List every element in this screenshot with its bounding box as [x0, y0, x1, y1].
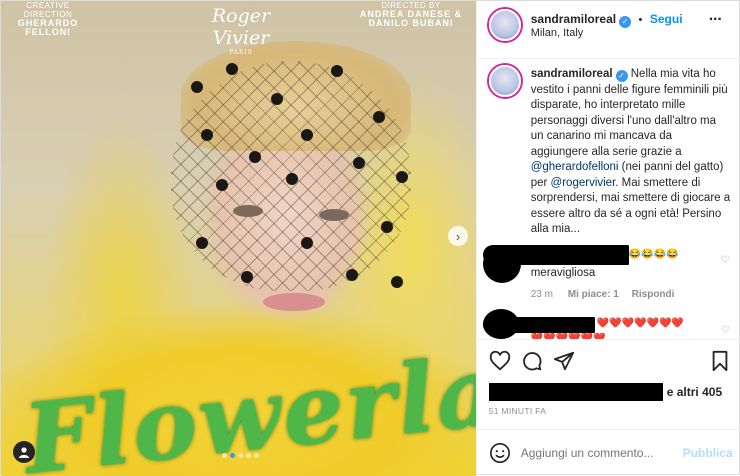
- veil-dot: [241, 271, 253, 283]
- verified-badge-icon: ✓: [619, 16, 632, 28]
- veil-dot: [216, 179, 228, 191]
- likes-e: e: [666, 385, 674, 399]
- veil-dot: [191, 81, 203, 93]
- photo-lips: [263, 293, 325, 311]
- brand-logo: Roger Vivier PARIS: [189, 5, 293, 56]
- veil-dot: [249, 151, 261, 163]
- heart-icon[interactable]: [489, 350, 511, 372]
- follow-button[interactable]: Segui: [650, 12, 683, 26]
- comment-likes[interactable]: Mi piace: 1: [568, 289, 619, 300]
- credit-label: CREATIVE DIRECTION: [23, 1, 73, 19]
- post-sidebar: sandramiloreal ✓ • Segui Milan, Italy ···…: [475, 1, 740, 476]
- credit-creative-direction: CREATIVE DIRECTION GHERARDO FELLONI: [13, 1, 83, 37]
- avatar[interactable]: [488, 9, 521, 41]
- post-header: sandramiloreal ✓ • Segui Milan, Italy ···: [476, 1, 740, 59]
- share-icon[interactable]: [553, 350, 575, 372]
- carousel-dot-active: [230, 453, 235, 458]
- credit-name: FELLONI: [25, 27, 71, 37]
- veil-dot: [391, 276, 403, 288]
- credit-name: DANILO BUBANI: [368, 18, 454, 28]
- carousel-dot: [246, 453, 251, 458]
- veil-dot: [301, 129, 313, 141]
- separator: •: [638, 14, 643, 26]
- action-bar: [476, 339, 740, 379]
- instagram-post: CREATIVE DIRECTION GHERARDO FELLONI Roge…: [0, 0, 740, 476]
- veil-dot: [201, 129, 213, 141]
- veil-dot: [381, 221, 393, 233]
- comment-text: meravigliosa: [530, 267, 596, 279]
- carousel-dot: [254, 453, 259, 458]
- comments-list: sandramiloreal ✓ Nella mia vita ho vestit…: [477, 59, 740, 339]
- header-username[interactable]: sandramiloreal: [531, 12, 616, 26]
- add-comment-bar: Pubblica: [476, 429, 740, 476]
- veil-dot: [353, 157, 365, 169]
- carousel-indicator: [222, 453, 259, 458]
- caption-username[interactable]: sandramiloreal: [531, 68, 613, 80]
- carousel-dot: [238, 453, 243, 458]
- location-link[interactable]: Milan, Italy: [531, 27, 584, 39]
- brand-city: PARIS: [229, 49, 253, 56]
- photo-eye-right: [319, 209, 349, 221]
- comment-emojis: 😂😂😂😂: [628, 249, 679, 260]
- bookmark-icon[interactable]: [709, 350, 731, 372]
- veil-dot: [301, 237, 313, 249]
- publish-button[interactable]: Pubblica: [683, 446, 733, 460]
- carousel-next-button[interactable]: ›: [448, 226, 468, 246]
- veil-dot: [331, 65, 343, 77]
- comment-emojis: ❤️❤️❤️❤️❤️❤️❤️: [596, 318, 684, 329]
- credit-directed-by: DIRECTED BY ANDREA DANESE & DANILO BUBAN…: [355, 1, 467, 28]
- mention-link[interactable]: @gherardofelloni: [531, 161, 619, 173]
- mention-link[interactable]: @rogervivier: [551, 177, 616, 189]
- likes-others: altri 405: [676, 385, 723, 399]
- more-options-button[interactable]: ···: [709, 11, 723, 29]
- veil-dot: [196, 237, 208, 249]
- comment-input[interactable]: [520, 446, 671, 460]
- comment-icon[interactable]: [521, 350, 543, 372]
- likes-count[interactable]: e altri 405: [667, 385, 722, 399]
- veil-dot: [396, 171, 408, 183]
- veil-dot: [373, 111, 385, 123]
- person-tag-icon: [19, 447, 29, 458]
- redacted-commenter-avatar: [482, 245, 521, 283]
- carousel-dot: [222, 453, 227, 458]
- post-time-ago: 51 MINUTI FA: [488, 406, 547, 416]
- caption-avatar[interactable]: [488, 65, 521, 97]
- emoji-icon[interactable]: [489, 442, 511, 464]
- header-user-line: sandramiloreal ✓ • Segui: [531, 10, 683, 28]
- veil-dot: [286, 173, 298, 185]
- veil-dot: [271, 93, 283, 105]
- veil-dot: [346, 269, 358, 281]
- verified-badge-icon: ✓: [615, 70, 628, 82]
- photo-eye-left: [233, 205, 263, 217]
- brand-name: Roger Vivier: [211, 5, 271, 49]
- chevron-right-icon: ›: [455, 228, 461, 244]
- caption-body-1: Nella mia vita ho vestito i panni delle …: [530, 68, 728, 158]
- tagged-people-button[interactable]: [13, 441, 35, 463]
- like-comment-heart-icon[interactable]: ♡: [721, 255, 730, 266]
- post-media[interactable]: CREATIVE DIRECTION GHERARDO FELLONI Roge…: [1, 1, 476, 476]
- redacted-commenter-avatar: [482, 309, 519, 339]
- comment-time: 23 m: [530, 289, 553, 300]
- veil-dot: [226, 63, 238, 75]
- like-comment-heart-icon[interactable]: ♡: [721, 325, 730, 336]
- caption-text: sandramiloreal ✓ Nella mia vita ho vestit…: [531, 67, 731, 261]
- comment-meta: 23 m Mi piace: 1 Rispondi: [531, 289, 675, 300]
- reply-button[interactable]: Rispondi: [632, 289, 675, 300]
- redacted-likers: [488, 383, 663, 401]
